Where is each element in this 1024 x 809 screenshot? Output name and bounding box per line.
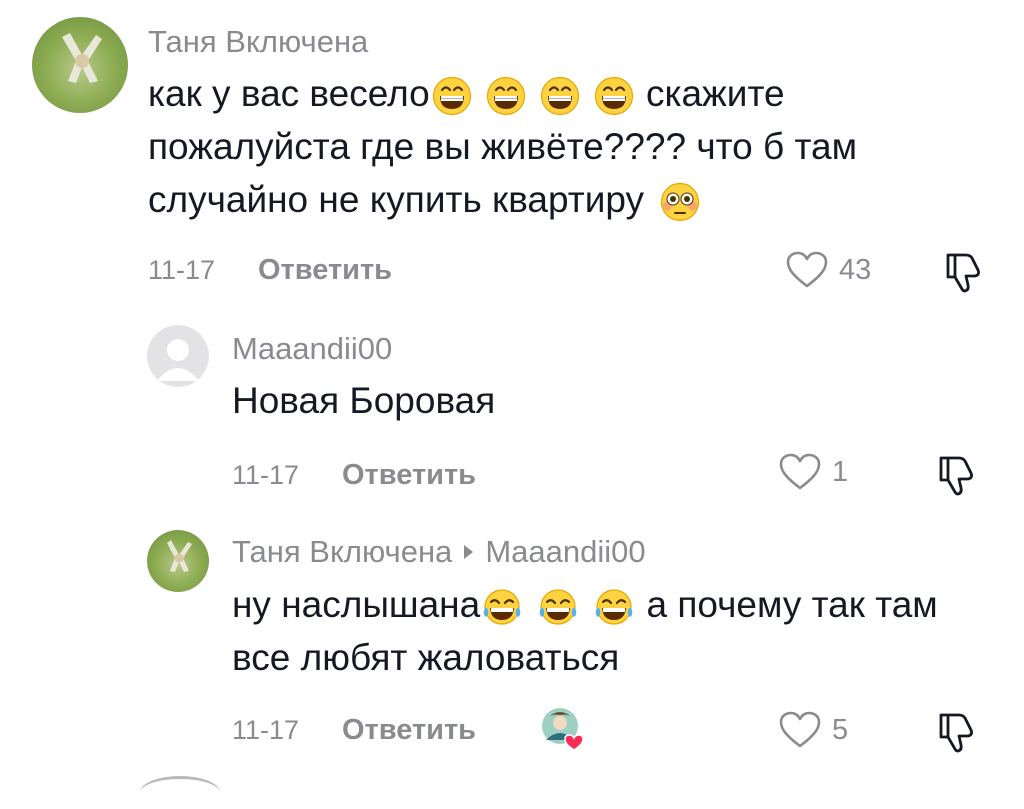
like-count: 43 xyxy=(839,253,872,286)
reply-button[interactable]: Ответить xyxy=(258,254,392,287)
reply-button[interactable]: Ответить xyxy=(342,459,476,492)
comment-text: как у вас весело скажите пожалуйста где … xyxy=(148,67,978,226)
comment-author[interactable]: Таня Включена xyxy=(148,24,368,60)
like-button[interactable]: 43 xyxy=(785,250,871,290)
reply-button[interactable]: Ответить xyxy=(342,714,476,747)
face-with-tears-of-joy-emoji xyxy=(538,587,578,627)
heart-outline-icon xyxy=(778,452,822,492)
like-count: 1 xyxy=(832,455,849,488)
reply-arrow-icon xyxy=(464,545,474,559)
next-comment-avatar-edge xyxy=(140,776,220,809)
face-with-tears-of-joy-emoji xyxy=(594,587,634,627)
author-name[interactable]: Таня Включена xyxy=(232,534,452,569)
grinning-face-emoji xyxy=(486,76,526,116)
heart-outline-icon xyxy=(785,250,829,290)
comment-text-part: как у вас весело xyxy=(148,73,430,114)
default-avatar-icon xyxy=(157,339,199,381)
grinning-face-emoji xyxy=(432,76,472,116)
flushed-face-emoji xyxy=(660,182,700,222)
thumbs-down-icon[interactable] xyxy=(940,251,986,295)
grinning-face-emoji xyxy=(594,76,634,116)
thumbs-down-icon[interactable] xyxy=(933,711,979,755)
grinning-face-emoji xyxy=(540,76,580,116)
comment-text-part: ну наслышана xyxy=(232,584,481,625)
like-button[interactable]: 5 xyxy=(778,710,848,750)
heart-outline-icon xyxy=(778,710,822,750)
avatar[interactable] xyxy=(32,17,128,113)
comment-date: 11-17 xyxy=(232,460,300,490)
creator-liked-badge xyxy=(542,708,584,751)
avatar[interactable] xyxy=(147,325,209,387)
like-button[interactable]: 1 xyxy=(778,452,848,492)
face-with-tears-of-joy-emoji xyxy=(482,587,522,627)
comment-text: ну наслышана а почему так там все любят … xyxy=(232,578,972,684)
reply-to-name[interactable]: Maaandii00 xyxy=(485,534,645,569)
comment-author[interactable]: Maaandii00 xyxy=(232,331,392,367)
comment-date: 11-17 xyxy=(232,715,300,745)
comment-date: 11-17 xyxy=(148,255,216,285)
avatar[interactable] xyxy=(147,530,209,592)
avatar-photo xyxy=(167,540,192,572)
comment-author: Таня Включена Maaandii00 xyxy=(232,534,646,570)
like-count: 5 xyxy=(832,713,849,746)
avatar-photo xyxy=(62,33,102,83)
comment-text: Новая Боровая xyxy=(232,380,496,421)
thumbs-down-icon[interactable] xyxy=(933,454,979,498)
